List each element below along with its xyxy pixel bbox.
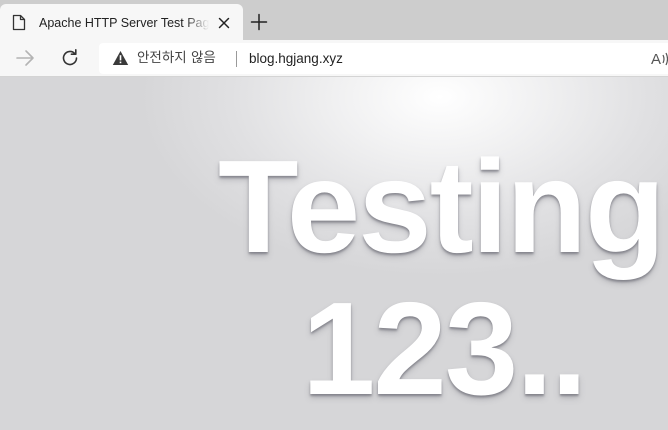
active-tab[interactable]: Apache HTTP Server Test Page p bbox=[0, 4, 243, 40]
new-tab-button[interactable] bbox=[249, 12, 269, 32]
navigation-toolbar: 안전하지 않음 blog.hgjang.xyz A bbox=[0, 40, 668, 77]
arrow-right-icon bbox=[16, 50, 34, 66]
document-icon bbox=[12, 14, 26, 31]
browser-window: Apache HTTP Server Test Page p 안전하지 않음 b… bbox=[0, 0, 668, 430]
heading-line-testing: Testing bbox=[218, 133, 666, 280]
tab-strip: Apache HTTP Server Test Page p bbox=[0, 0, 668, 40]
close-icon[interactable] bbox=[216, 15, 232, 31]
address-bar[interactable]: 안전하지 않음 blog.hgjang.xyz A bbox=[99, 43, 668, 74]
forward-button[interactable] bbox=[13, 47, 37, 69]
security-status-label[interactable]: 안전하지 않음 bbox=[137, 43, 216, 74]
heading-line-123: 123.. bbox=[302, 275, 588, 422]
warning-triangle-icon[interactable] bbox=[112, 50, 129, 66]
url-text[interactable]: blog.hgjang.xyz bbox=[249, 43, 343, 74]
address-divider bbox=[236, 51, 237, 67]
read-aloud-icon[interactable]: A bbox=[651, 50, 668, 68]
tab-title: Apache HTTP Server Test Page p bbox=[39, 16, 209, 30]
svg-text:A: A bbox=[651, 51, 661, 68]
plus-icon bbox=[250, 13, 268, 31]
refresh-icon bbox=[62, 49, 78, 66]
hero-heading: Testing 123.. bbox=[218, 137, 668, 419]
page-content: Testing 123.. bbox=[0, 77, 668, 430]
refresh-button[interactable] bbox=[58, 46, 82, 70]
